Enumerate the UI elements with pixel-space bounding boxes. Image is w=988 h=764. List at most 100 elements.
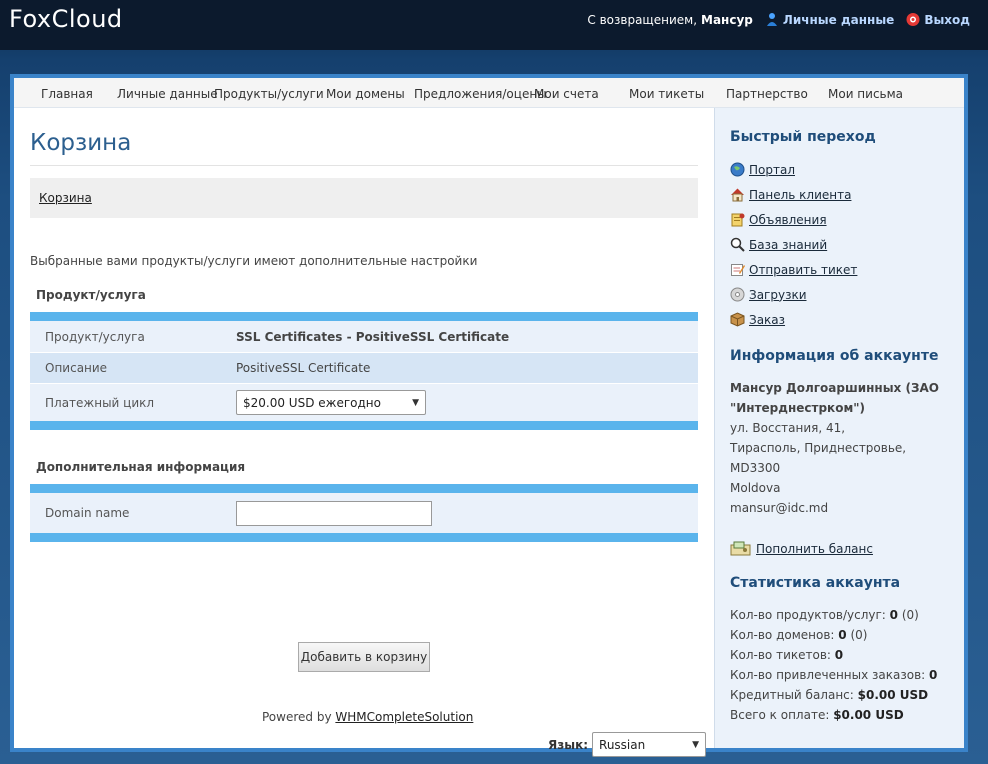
- account-name: Мансур Долгоаршинных (ЗАО "Интерднестрко…: [730, 381, 939, 415]
- globe-icon: [730, 162, 745, 177]
- stat-tickets: Кол-во тикетов: 0: [730, 645, 937, 665]
- stat-total-due: Всего к оплате: $0.00 USD: [730, 705, 937, 725]
- quick-link-downloads[interactable]: Загрузки: [730, 287, 807, 302]
- quick-link-label[interactable]: Панель клиента: [749, 188, 851, 202]
- welcome-text: С возвращением,: [587, 12, 698, 27]
- quick-link-label[interactable]: Объявления: [749, 213, 827, 227]
- box-icon: [730, 312, 745, 327]
- stat-value: 0: [834, 648, 844, 662]
- welcome-bar: С возвращением, Мансур Личные данные Вых…: [587, 12, 970, 27]
- whmcs-link[interactable]: WHMCompleteSolution: [335, 710, 473, 724]
- quick-link-label[interactable]: Отправить тикет: [749, 263, 857, 277]
- quick-nav-title: Быстрый переход: [730, 129, 876, 145]
- stat-label: (0): [850, 628, 868, 642]
- search-icon: [730, 237, 745, 252]
- stat-value: $0.00 USD: [833, 708, 904, 722]
- account-address-line: Moldova: [730, 481, 781, 495]
- page-title: Корзина: [30, 130, 132, 156]
- stat-label: Кол-во привлеченных заказов:: [730, 668, 926, 682]
- extra-table: Domain name: [30, 484, 698, 542]
- nav-item-domains[interactable]: Мои домены: [326, 87, 405, 101]
- row-label: Платежный цикл: [45, 395, 155, 410]
- nav-item-quotes[interactable]: Предложения/оцены: [414, 87, 547, 101]
- table-row: Продукт/услуга SSL Certificates - Positi…: [30, 321, 698, 353]
- stat-value: $0.00 USD: [857, 688, 929, 702]
- quick-link-portal[interactable]: Портал: [730, 162, 795, 177]
- add-to-cart-button[interactable]: Добавить в корзину: [298, 642, 430, 672]
- account-info-title: Информация об аккаунте: [730, 348, 939, 364]
- stat-label: Кол-во тикетов:: [730, 648, 831, 662]
- nav-item-profile[interactable]: Личные данные: [117, 87, 218, 101]
- table-row: Domain name: [30, 493, 698, 533]
- nav-item-tickets[interactable]: Мои тикеты: [629, 87, 704, 101]
- stat-label: Кредитный баланс:: [730, 688, 854, 702]
- ticket-icon: [730, 262, 745, 277]
- quick-link-label[interactable]: Загрузки: [749, 288, 807, 302]
- row-label: Domain name: [45, 506, 130, 520]
- table-row: Платежный цикл $20.00 USD ежегодно ▼: [30, 384, 698, 421]
- intro-text: Выбранные вами продукты/услуги имеют доп…: [30, 254, 478, 268]
- quick-link-label[interactable]: Заказ: [749, 313, 785, 327]
- profile-link[interactable]: Личные данные: [783, 13, 894, 27]
- account-address-line: ул. Восстания, 41,: [730, 421, 846, 435]
- language-label: Язык:: [548, 737, 589, 752]
- row-label: Описание: [45, 361, 108, 375]
- stat-credit-balance: Кредитный баланс: $0.00 USD: [730, 685, 937, 705]
- stat-label: Кол-во продуктов/услуг:: [730, 608, 886, 622]
- product-name: SSL Certificates - PositiveSSL Certifica…: [236, 329, 510, 344]
- disc-icon: [730, 287, 745, 302]
- account-info: Мансур Долгоаршинных (ЗАО "Интерднестрко…: [730, 378, 940, 518]
- table-row: Описание PositiveSSL Certificate: [30, 353, 698, 384]
- username: Мансур: [701, 12, 753, 27]
- language-select[interactable]: Russian ▼: [592, 732, 707, 757]
- breadcrumb-cart-link[interactable]: Корзина: [39, 191, 92, 205]
- quick-link-announcements[interactable]: Объявления: [730, 212, 827, 227]
- home-icon: [730, 187, 745, 202]
- row-label: Продукт/услуга: [45, 329, 145, 344]
- top-header: FoxCloud С возвращением, Мансур Личные д…: [0, 0, 988, 50]
- stat-label: Всего к оплате:: [730, 708, 830, 722]
- sidebar: Быстрый переход Портал Панель клиента Об…: [714, 108, 964, 748]
- announcement-icon: [730, 212, 745, 227]
- quick-link-label[interactable]: База знаний: [749, 238, 827, 252]
- stat-products: Кол-во продуктов/услуг: 0 (0): [730, 605, 937, 625]
- powered-prefix: Powered by: [262, 710, 332, 724]
- nav-item-home[interactable]: Главная: [41, 87, 93, 101]
- domain-name-input[interactable]: [236, 500, 432, 526]
- logout-icon: [906, 12, 920, 27]
- stat-label: Кол-во доменов:: [730, 628, 835, 642]
- topup-link[interactable]: Пополнить баланс: [756, 542, 873, 556]
- billing-cycle-select[interactable]: $20.00 USD ежегодно ▼: [236, 390, 426, 415]
- user-icon: [765, 12, 779, 27]
- quick-link-knowledgebase[interactable]: База знаний: [730, 237, 827, 252]
- content-panel: Главная Личные данные Продукты/услуги Мо…: [10, 74, 968, 757]
- chevron-down-icon: ▼: [412, 397, 419, 408]
- quick-link-client-area[interactable]: Панель клиента: [730, 187, 851, 202]
- quick-link-label[interactable]: Портал: [749, 163, 795, 177]
- stat-value: 0: [929, 668, 938, 682]
- language-value: Russian: [599, 737, 646, 752]
- topup-balance[interactable]: Пополнить баланс: [730, 541, 873, 556]
- chevron-down-icon: ▼: [692, 739, 700, 750]
- stat-value: 0: [889, 608, 898, 622]
- language-selector: Язык: Russian ▼: [548, 732, 707, 757]
- product-description: PositiveSSL Certificate: [236, 361, 371, 375]
- nav-item-products[interactable]: Продукты/услуги: [214, 87, 324, 101]
- title-divider: [30, 165, 698, 166]
- main-nav: Главная Личные данные Продукты/услуги Мо…: [14, 78, 964, 108]
- quick-link-order[interactable]: Заказ: [730, 312, 785, 327]
- breadcrumb: Корзина: [30, 178, 698, 218]
- extra-section-title: Дополнительная информация: [36, 460, 246, 474]
- stat-referrals: Кол-во привлеченных заказов: 0: [730, 665, 937, 685]
- quick-link-submit-ticket[interactable]: Отправить тикет: [730, 262, 857, 277]
- product-table: Продукт/услуга SSL Certificates - Positi…: [30, 312, 698, 430]
- logout-link[interactable]: Выход: [924, 13, 970, 27]
- main-content: Корзина Корзина Выбранные вами продукты/…: [14, 108, 714, 757]
- account-stats: Кол-во продуктов/услуг: 0 (0) Кол-во дом…: [730, 605, 937, 725]
- account-address-line: Тирасполь, Приднестровье,: [730, 441, 907, 455]
- product-section-title: Продукт/услуга: [36, 288, 146, 302]
- nav-item-invoices[interactable]: Мои счета: [534, 87, 599, 101]
- nav-item-affiliates[interactable]: Партнерство: [726, 87, 808, 101]
- nav-item-emails[interactable]: Мои письма: [828, 87, 903, 101]
- wallet-icon: [730, 541, 752, 556]
